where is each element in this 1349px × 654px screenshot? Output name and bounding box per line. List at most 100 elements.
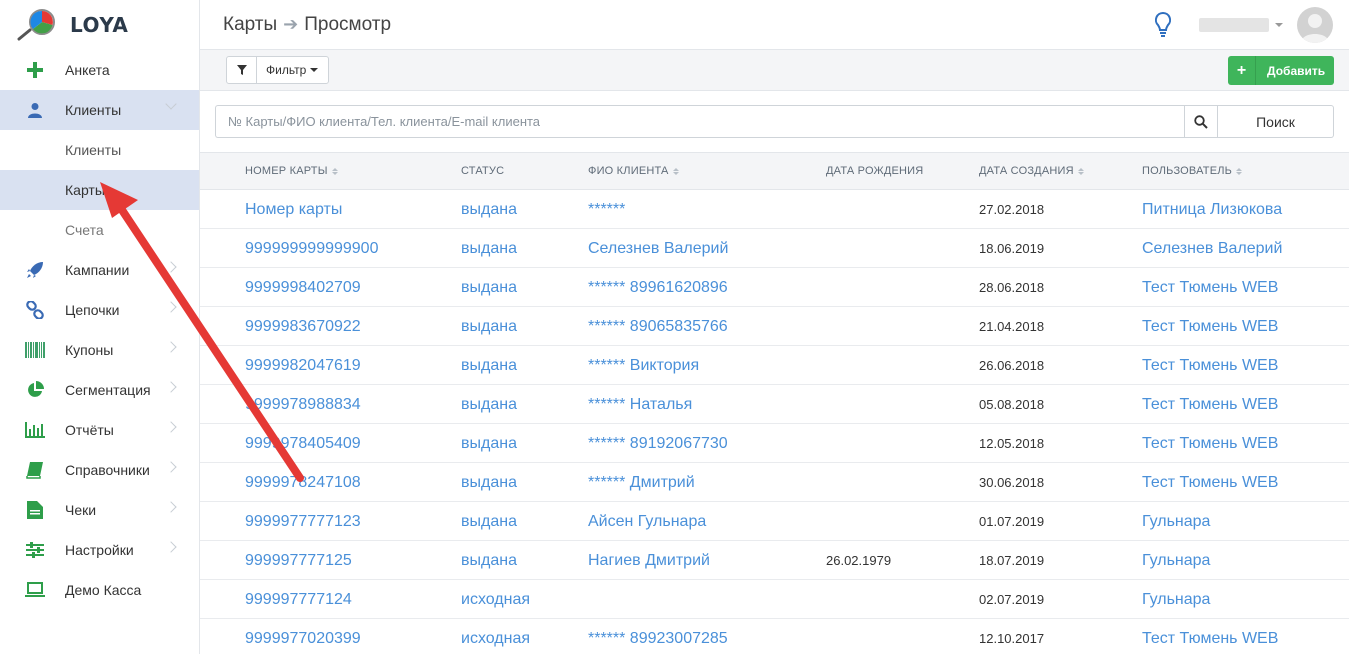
table-row[interactable]: 9999978988834 выдана ****** Наталья 05.08.2… <box>200 385 1349 424</box>
sidebar-item-label: Сегментация <box>65 382 151 398</box>
sidebar: LOYA Анкета Клиенты Клиенты Карты Счета <box>0 0 200 654</box>
cell-status[interactable]: выдана <box>461 463 517 502</box>
cell-user[interactable]: Тест Тюмень WEB <box>1142 619 1278 654</box>
table-row[interactable]: 999999999999900 выдана Селезнев Валерий 18.… <box>200 229 1349 268</box>
cell-client-name[interactable]: ****** Наталья <box>588 385 692 424</box>
table-row[interactable]: 999997777125 выдана Нагиев Дмитрий 26.02.19… <box>200 541 1349 580</box>
filter-button[interactable]: Фильтр <box>257 57 328 83</box>
cell-client-name[interactable]: ****** 89961620896 <box>588 268 728 307</box>
cell-user[interactable]: Гульнара <box>1142 502 1210 541</box>
cell-card-number[interactable]: 9999983670922 <box>245 307 361 346</box>
avatar[interactable] <box>1297 7 1333 43</box>
sidebar-subitem-label: Клиенты <box>65 142 122 158</box>
sidebar-item-clients[interactable]: Клиенты <box>0 90 199 130</box>
top-header: Карты ➔ Просмотр <box>200 0 1349 50</box>
cell-status[interactable]: выдана <box>461 190 517 229</box>
cell-card-number[interactable]: Номер карты <box>245 190 342 229</box>
chevron-right-icon <box>165 541 177 553</box>
user-name-redacted[interactable] <box>1199 18 1269 32</box>
table-row[interactable]: 9999978405409 выдана ****** 89192067730 12.… <box>200 424 1349 463</box>
cell-client-name[interactable]: ****** 89192067730 <box>588 424 728 463</box>
search-icon[interactable] <box>1184 105 1218 138</box>
sidebar-item-anketa[interactable]: Анкета <box>0 50 199 90</box>
cell-status[interactable]: выдана <box>461 229 517 268</box>
sidebar-subitem-cards[interactable]: Карты <box>0 170 199 210</box>
sidebar-subitem-accounts[interactable]: Счета <box>0 210 199 250</box>
cell-card-number[interactable]: 9999982047619 <box>245 346 361 385</box>
table-row[interactable]: 9999983670922 выдана ****** 89065835766 21.… <box>200 307 1349 346</box>
cell-user[interactable]: Селезнев Валерий <box>1142 229 1282 268</box>
pie-icon <box>25 380 45 400</box>
cell-card-number[interactable]: 999997777124 <box>245 580 352 619</box>
add-button[interactable]: + Добавить <box>1228 56 1334 85</box>
sidebar-subitem-clients[interactable]: Клиенты <box>0 130 199 170</box>
cell-status[interactable]: выдана <box>461 502 517 541</box>
caret-down-icon[interactable] <box>1275 23 1283 27</box>
cell-created-date: 18.07.2019 <box>979 553 1045 568</box>
cell-card-number[interactable]: 9999977020399 <box>245 619 361 654</box>
sidebar-item-campaigns[interactable]: Кампании <box>0 250 199 290</box>
cell-client-name[interactable]: ****** <box>588 190 625 229</box>
cell-card-number[interactable]: 9999978988834 <box>245 385 361 424</box>
cell-user[interactable]: Гульнара <box>1142 580 1210 619</box>
cell-card-number[interactable]: 9999977777123 <box>245 502 361 541</box>
table-row[interactable]: 9999977020399 исходная ****** 89923007285 1… <box>200 619 1349 654</box>
logo[interactable]: LOYA <box>0 0 199 50</box>
lightbulb-icon[interactable] <box>1153 11 1173 39</box>
cell-user[interactable]: Тест Тюмень WEB <box>1142 424 1278 463</box>
sidebar-item-settings[interactable]: Настройки <box>0 530 199 570</box>
cell-status[interactable]: выдана <box>461 424 517 463</box>
table-row[interactable]: 9999982047619 выдана ****** Виктория 26.06.… <box>200 346 1349 385</box>
sort-icon <box>331 167 338 175</box>
cell-status[interactable]: выдана <box>461 268 517 307</box>
breadcrumb-item-cards[interactable]: Карты <box>223 14 277 36</box>
filter-dropdown[interactable]: Фильтр <box>226 56 330 84</box>
cell-status[interactable]: выдана <box>461 385 517 424</box>
cell-client-name[interactable]: ****** 89923007285 <box>588 619 728 654</box>
cell-status[interactable]: исходная <box>461 580 530 619</box>
cell-user[interactable]: Тест Тюмень WEB <box>1142 307 1278 346</box>
sidebar-item-directories[interactable]: Справочники <box>0 450 199 490</box>
cell-client-name[interactable]: Айсен Гульнара <box>588 502 706 541</box>
cell-client-name[interactable]: ****** Дмитрий <box>588 463 695 502</box>
sidebar-item-receipts[interactable]: Чеки <box>0 490 199 530</box>
cell-card-number[interactable]: 999999999999900 <box>245 229 378 268</box>
cell-card-number[interactable]: 9999978405409 <box>245 424 361 463</box>
sidebar-item-label: Цепочки <box>65 302 120 318</box>
cell-client-name[interactable]: Нагиев Дмитрий <box>588 541 710 580</box>
column-header-client-name[interactable]: ФИО клиента <box>588 165 679 177</box>
column-header-card-number[interactable]: Номер карты <box>245 165 338 177</box>
filter-icon[interactable] <box>227 57 257 83</box>
table-row[interactable]: 999997777124 исходная 02.07.2019 Гульнара <box>200 580 1349 619</box>
cell-card-number[interactable]: 999997777125 <box>245 541 352 580</box>
table-row[interactable]: 9999977777123 выдана Айсен Гульнара 01.07.2… <box>200 502 1349 541</box>
search-input[interactable] <box>215 105 1184 138</box>
cell-user[interactable]: Тест Тюмень WEB <box>1142 385 1278 424</box>
sidebar-item-segmentation[interactable]: Сегментация <box>0 370 199 410</box>
cell-user[interactable]: Гульнара <box>1142 541 1210 580</box>
cell-status[interactable]: выдана <box>461 346 517 385</box>
table-row[interactable]: Номер карты выдана ****** 27.02.2018 Питница… <box>200 190 1349 229</box>
cell-user[interactable]: Питница Лизюкова <box>1142 190 1282 229</box>
cell-card-number[interactable]: 9999978247108 <box>245 463 361 502</box>
cell-status[interactable]: исходная <box>461 619 530 654</box>
cell-status[interactable]: выдана <box>461 307 517 346</box>
cell-status[interactable]: выдана <box>461 541 517 580</box>
app-root: LOYA Анкета Клиенты Клиенты Карты Счета <box>0 0 1349 654</box>
search-button[interactable]: Поиск <box>1218 105 1334 138</box>
table-row[interactable]: 9999978247108 выдана ****** Дмитрий 30.06.2… <box>200 463 1349 502</box>
cell-card-number[interactable]: 9999998402709 <box>245 268 361 307</box>
cell-user[interactable]: Тест Тюмень WEB <box>1142 268 1278 307</box>
sidebar-item-demo-pos[interactable]: Демо Касса <box>0 570 199 610</box>
table-row[interactable]: 9999998402709 выдана ****** 89961620896 28.… <box>200 268 1349 307</box>
cell-client-name[interactable]: Селезнев Валерий <box>588 229 728 268</box>
sidebar-item-chains[interactable]: Цепочки <box>0 290 199 330</box>
sidebar-item-reports[interactable]: Отчёты <box>0 410 199 450</box>
column-header-created-date[interactable]: Дата создания <box>979 165 1084 177</box>
cell-user[interactable]: Тест Тюмень WEB <box>1142 463 1278 502</box>
cell-client-name[interactable]: ****** Виктория <box>588 346 699 385</box>
sidebar-item-coupons[interactable]: Купоны <box>0 330 199 370</box>
cell-client-name[interactable]: ****** 89065835766 <box>588 307 728 346</box>
cell-user[interactable]: Тест Тюмень WEB <box>1142 346 1278 385</box>
column-header-user[interactable]: Пользователь <box>1142 165 1243 177</box>
